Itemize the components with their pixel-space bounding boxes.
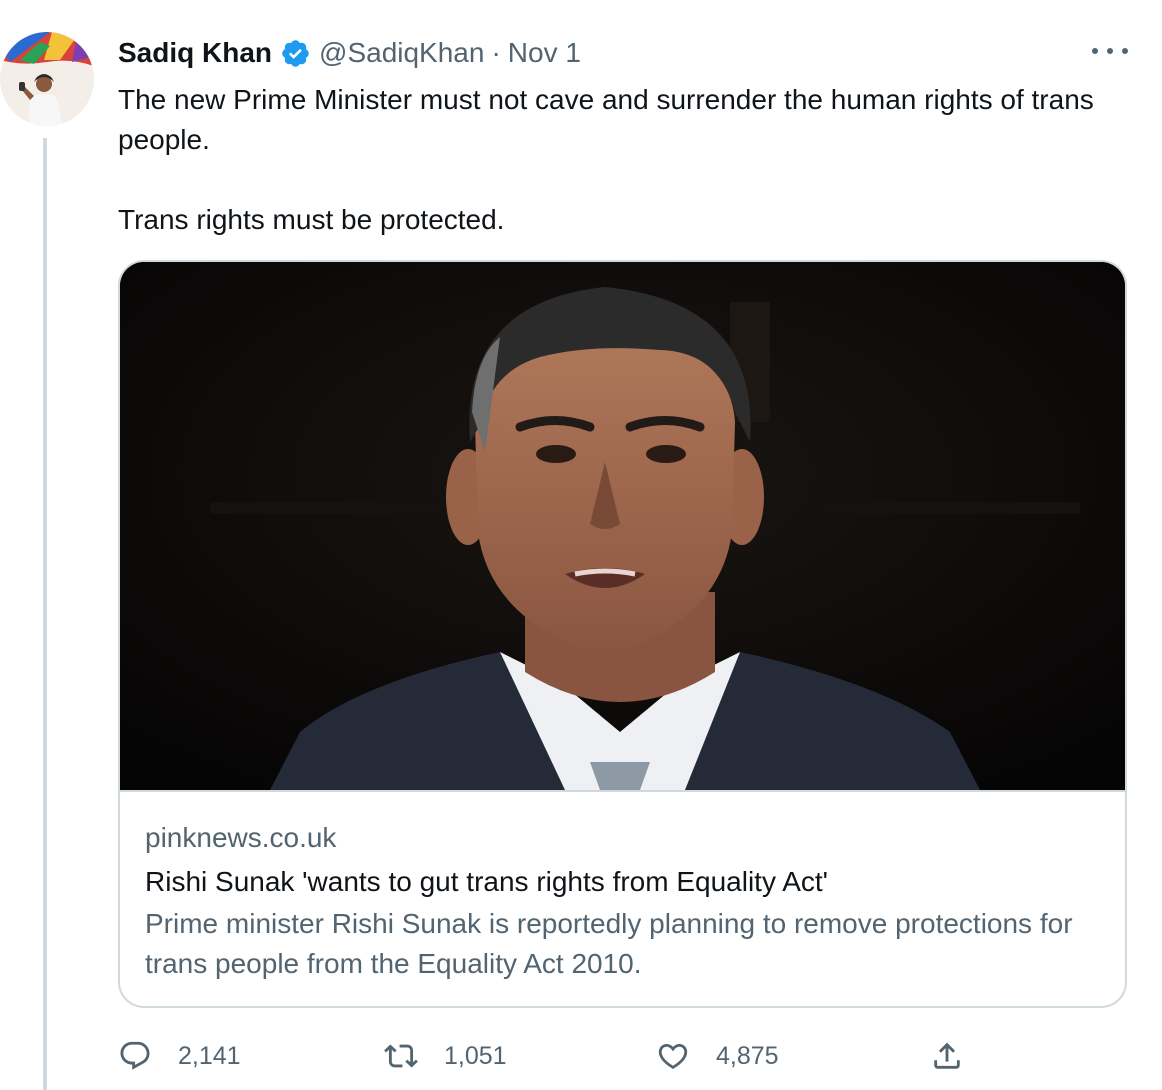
verified-badge-icon (280, 38, 311, 69)
article-photo (120, 262, 1125, 790)
link-card[interactable]: pinknews.co.uk Rishi Sunak 'wants to gut… (118, 260, 1127, 1008)
ellipsis-icon[interactable] (1092, 36, 1128, 66)
like-icon (658, 1043, 688, 1069)
share-button[interactable] (930, 1034, 964, 1078)
card-domain: pinknews.co.uk (145, 822, 337, 853)
card-description: Prime minister Rishi Sunak is reportedly… (145, 908, 1073, 979)
retweet-count: 1,051 (444, 1041, 507, 1070)
reply-icon (120, 1041, 150, 1070)
author-handle[interactable]: @SadiqKhan (319, 37, 484, 69)
reply-count: 2,141 (178, 1041, 241, 1070)
retweet-icon (384, 1044, 418, 1068)
card-meta: pinknews.co.uk Rishi Sunak 'wants to gut… (145, 818, 1105, 984)
tweet-text: The new Prime Minister must not cave and… (118, 80, 1128, 240)
separator-dot: · (491, 37, 501, 68)
share-icon (934, 1042, 960, 1069)
timestamp[interactable]: Nov 1 (508, 37, 581, 69)
thread-line (43, 138, 47, 1090)
card-title: Rishi Sunak 'wants to gut trans rights f… (145, 866, 828, 897)
avatar[interactable] (0, 32, 94, 126)
display-name[interactable]: Sadiq Khan (118, 37, 272, 69)
retweet-button[interactable]: 1,051 (384, 1034, 507, 1078)
tweet-text-paragraph: Trans rights must be protected. (118, 204, 505, 235)
like-button[interactable]: 4,875 (656, 1034, 779, 1078)
profile-photo (0, 32, 94, 126)
tweet: Sadiq Khan @SadiqKhan · Nov 1 The new Pr… (0, 0, 1162, 1090)
tweet-text-paragraph: The new Prime Minister must not cave and… (118, 84, 1094, 155)
action-bar: 2,141 1,051 4,875 (118, 1034, 1018, 1078)
reply-button[interactable]: 2,141 (118, 1034, 241, 1078)
tweet-header: Sadiq Khan @SadiqKhan · Nov 1 (118, 34, 581, 72)
like-count: 4,875 (716, 1041, 779, 1070)
card-divider (120, 790, 1125, 792)
